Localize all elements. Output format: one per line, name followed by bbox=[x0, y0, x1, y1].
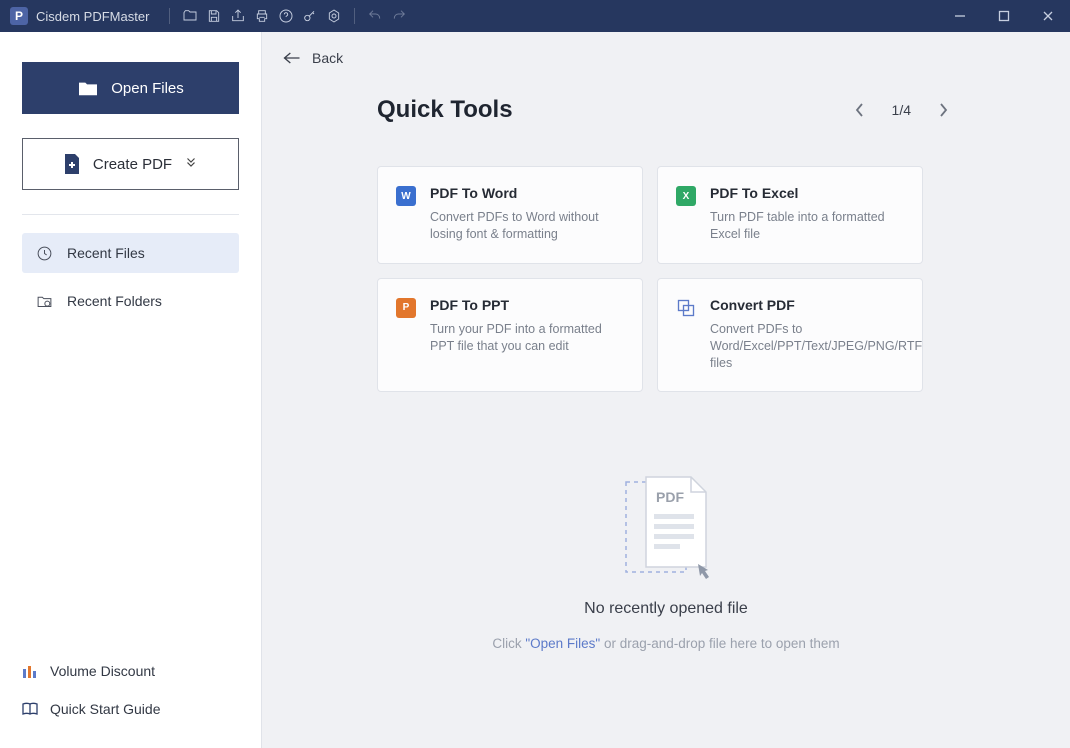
app-name: Cisdem PDFMaster bbox=[36, 9, 149, 24]
ppt-icon: P bbox=[396, 298, 416, 318]
share-icon[interactable] bbox=[226, 4, 250, 28]
separator bbox=[169, 8, 170, 24]
tool-card-pdf-to-word[interactable]: W PDF To Word Convert PDFs to Word witho… bbox=[377, 166, 643, 264]
svg-text:PDF: PDF bbox=[656, 489, 684, 505]
book-icon bbox=[22, 701, 38, 717]
footer-quick-start[interactable]: Quick Start Guide bbox=[22, 690, 239, 728]
folder-clock-icon bbox=[36, 293, 53, 310]
create-pdf-label: Create PDF bbox=[93, 156, 172, 173]
key-icon[interactable] bbox=[298, 4, 322, 28]
sidebar-item-recent-folders[interactable]: Recent Folders bbox=[22, 281, 239, 321]
empty-sub-prefix: Click bbox=[492, 636, 525, 651]
close-button[interactable] bbox=[1026, 0, 1070, 32]
minimize-button[interactable] bbox=[938, 0, 982, 32]
empty-sub-suffix: or drag-and-drop file here to open them bbox=[600, 636, 839, 651]
chevron-down-icon bbox=[184, 155, 198, 173]
word-icon: W bbox=[396, 186, 416, 206]
help-icon[interactable] bbox=[274, 4, 298, 28]
open-files-link[interactable]: "Open Files" bbox=[525, 636, 600, 651]
bars-icon bbox=[22, 663, 38, 679]
sidebar-item-label: Recent Folders bbox=[67, 293, 162, 309]
undo-icon[interactable] bbox=[363, 4, 387, 28]
titlebar: P Cisdem PDFMaster bbox=[0, 0, 1070, 32]
pager: 1/4 bbox=[848, 98, 955, 122]
tool-title: PDF To Excel bbox=[710, 185, 904, 201]
empty-title: No recently opened file bbox=[584, 600, 748, 618]
open-files-button[interactable]: Open Files bbox=[22, 62, 239, 114]
pager-prev-button[interactable] bbox=[848, 98, 872, 122]
tool-desc: Convert PDFs to Word without losing font… bbox=[430, 209, 624, 243]
tool-desc: Turn your PDF into a formatted PPT file … bbox=[430, 321, 624, 355]
back-label: Back bbox=[312, 50, 343, 66]
save-icon[interactable] bbox=[202, 4, 226, 28]
tool-title: PDF To Word bbox=[430, 185, 624, 201]
pdf-illustration-icon: PDF bbox=[616, 472, 716, 582]
tool-title: Convert PDF bbox=[710, 297, 922, 313]
sidebar-item-label: Recent Files bbox=[67, 245, 145, 261]
folder-icon bbox=[77, 79, 99, 97]
tool-card-pdf-to-ppt[interactable]: P PDF To PPT Turn your PDF into a format… bbox=[377, 278, 643, 393]
footer-label: Quick Start Guide bbox=[50, 701, 161, 717]
clock-icon bbox=[36, 245, 53, 262]
tool-desc: Convert PDFs to Word/Excel/PPT/Text/JPEG… bbox=[710, 321, 922, 372]
redo-icon[interactable] bbox=[387, 4, 411, 28]
pager-next-button[interactable] bbox=[931, 98, 955, 122]
document-plus-icon bbox=[63, 153, 81, 175]
footer-label: Volume Discount bbox=[50, 663, 155, 679]
quick-tools-title: Quick Tools bbox=[377, 96, 513, 124]
maximize-button[interactable] bbox=[982, 0, 1026, 32]
tool-title: PDF To PPT bbox=[430, 297, 624, 313]
excel-icon: X bbox=[676, 186, 696, 206]
sidebar-item-recent-files[interactable]: Recent Files bbox=[22, 233, 239, 273]
empty-state: PDF No recently opened file Click "Open … bbox=[262, 472, 1070, 651]
app-logo: P bbox=[10, 7, 28, 25]
divider bbox=[22, 214, 239, 215]
tool-desc: Turn PDF table into a formatted Excel fi… bbox=[710, 209, 904, 243]
convert-icon bbox=[676, 298, 696, 318]
open-icon[interactable] bbox=[178, 4, 202, 28]
back-button[interactable]: Back bbox=[262, 32, 1070, 66]
arrow-left-icon bbox=[282, 51, 302, 65]
create-pdf-button[interactable]: Create PDF bbox=[22, 138, 239, 190]
separator bbox=[354, 8, 355, 24]
print-icon[interactable] bbox=[250, 4, 274, 28]
settings-icon[interactable] bbox=[322, 4, 346, 28]
content-area: Back Quick Tools 1/4 W PDF To Word Conve… bbox=[262, 32, 1070, 748]
empty-subtitle: Click "Open Files" or drag-and-drop file… bbox=[492, 636, 839, 651]
tool-card-convert-pdf[interactable]: Convert PDF Convert PDFs to Word/Excel/P… bbox=[657, 278, 923, 393]
tool-card-pdf-to-excel[interactable]: X PDF To Excel Turn PDF table into a for… bbox=[657, 166, 923, 264]
open-files-label: Open Files bbox=[111, 80, 184, 97]
footer-volume-discount[interactable]: Volume Discount bbox=[22, 652, 239, 690]
pager-text: 1/4 bbox=[892, 102, 911, 118]
sidebar: Open Files Create PDF Recent Files Recen… bbox=[0, 32, 262, 748]
